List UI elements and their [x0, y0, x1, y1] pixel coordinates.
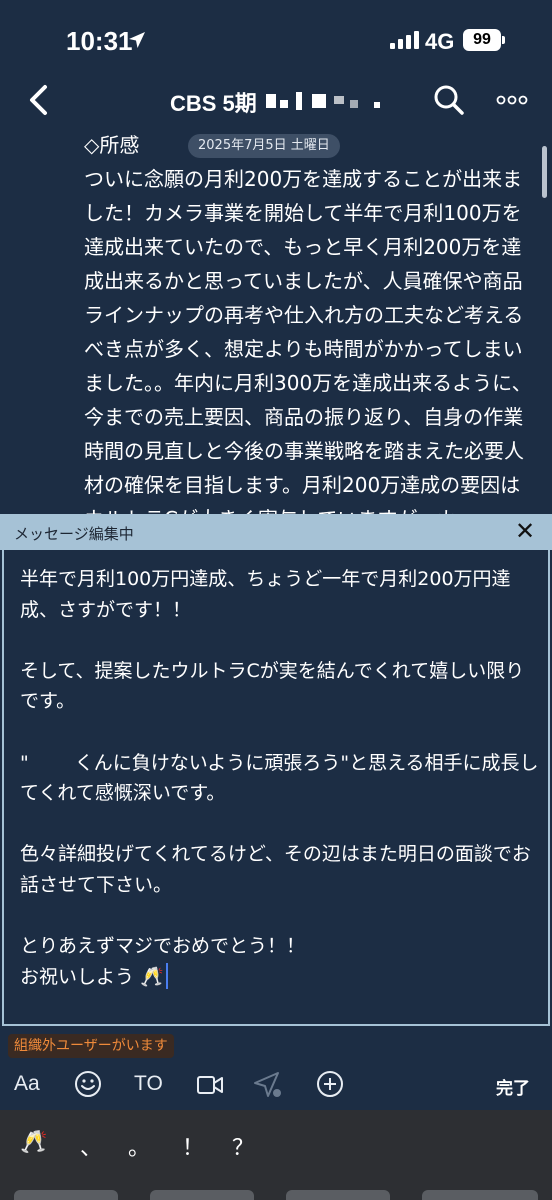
status-time: 10:31 — [66, 26, 133, 56]
chat-header: CBS 5期 — [0, 72, 552, 128]
location-arrow-icon — [129, 32, 145, 48]
search-icon[interactable] — [432, 82, 466, 118]
keyboard-key[interactable] — [14, 1190, 118, 1200]
date-divider: 2025年7月5日 土曜日 — [188, 134, 340, 158]
input-toolbar: Aa TO 完了 — [0, 1066, 552, 1106]
chat-title[interactable]: CBS 5期 — [170, 86, 257, 118]
edit-mode-label: メッセージ編集中 — [14, 525, 134, 543]
battery-level: 99 — [473, 31, 491, 48]
input-paragraph-3-start: " — [20, 751, 29, 774]
back-icon[interactable] — [22, 82, 56, 118]
video-icon[interactable] — [196, 1074, 224, 1096]
edit-mode-header: メッセージ編集中 ✕ — [0, 514, 552, 550]
message-area[interactable]: ◇所感 ついに念願の月利200万を達成することが出来ました！カメラ事業を開始して… — [0, 128, 552, 514]
input-paragraph-4: 色々詳細投げてくれてるけど、その辺はまた明日の面談でお話させて下さい。 — [20, 843, 531, 896]
signal-icon — [390, 31, 419, 49]
input-paragraph-2: そして、提案したウルトラCが実を結んでくれて嬉しい限りです。 — [20, 659, 525, 713]
keyboard-key[interactable] — [150, 1190, 254, 1200]
battery-icon: 99 — [463, 29, 501, 51]
plus-icon[interactable] — [316, 1070, 344, 1098]
send-icon[interactable] — [252, 1070, 284, 1100]
keyboard: 🥂 、 。 ！ ？ — [0, 1110, 552, 1200]
done-button[interactable]: 完了 — [496, 1074, 530, 1099]
mention-to-button[interactable]: TO — [134, 1072, 163, 1096]
more-icon[interactable] — [496, 86, 528, 114]
emoji-icon[interactable] — [74, 1070, 102, 1098]
message-input-text[interactable]: 半年で月利100万円達成、ちょうど一年で月利200万円達成、さすがです！！ そし… — [20, 564, 540, 992]
redacted-name-inline — [29, 751, 75, 769]
input-paragraph-3-end: くんに負けないように頑張ろう"と思える相手に成長してくれて感慨深いです。 — [20, 751, 539, 805]
text-caret — [165, 962, 168, 989]
keyboard-key[interactable] — [286, 1190, 390, 1200]
input-paragraph-1: 半年で月利100万円達成、ちょうど一年で月利200万円達成、さすがです！！ — [20, 568, 511, 621]
message-text: ◇所感 ついに念願の月利200万を達成することが出来ました！カメラ事業を開始して… — [84, 133, 532, 514]
battery-nub — [502, 36, 505, 44]
suggestion-1[interactable]: 🥂 — [20, 1130, 47, 1155]
message-input[interactable]: 半年で月利100万円達成、ちょうど一年で月利200万円達成、さすがです！！ そし… — [2, 550, 550, 1026]
external-user-badge: 組織外ユーザーがいます — [8, 1034, 174, 1058]
suggestion-5[interactable]: ？ — [232, 1130, 254, 1162]
scrollbar[interactable] — [542, 146, 547, 198]
status-bar: 10:31 4G 99 — [0, 0, 552, 72]
keyboard-key[interactable] — [422, 1190, 538, 1200]
network-type: 4G — [425, 29, 455, 54]
suggestion-3[interactable]: 。 — [128, 1130, 150, 1162]
input-paragraph-5: とりあえずマジでおめでとう！！ — [20, 935, 306, 958]
close-icon[interactable]: ✕ — [510, 516, 540, 546]
suggestion-2[interactable]: 、 — [80, 1130, 102, 1162]
suggestion-4[interactable]: ！ — [182, 1130, 204, 1162]
input-paragraph-6: お祝いしよう 🥂 — [20, 965, 164, 988]
text-format-button[interactable]: Aa — [14, 1072, 40, 1096]
